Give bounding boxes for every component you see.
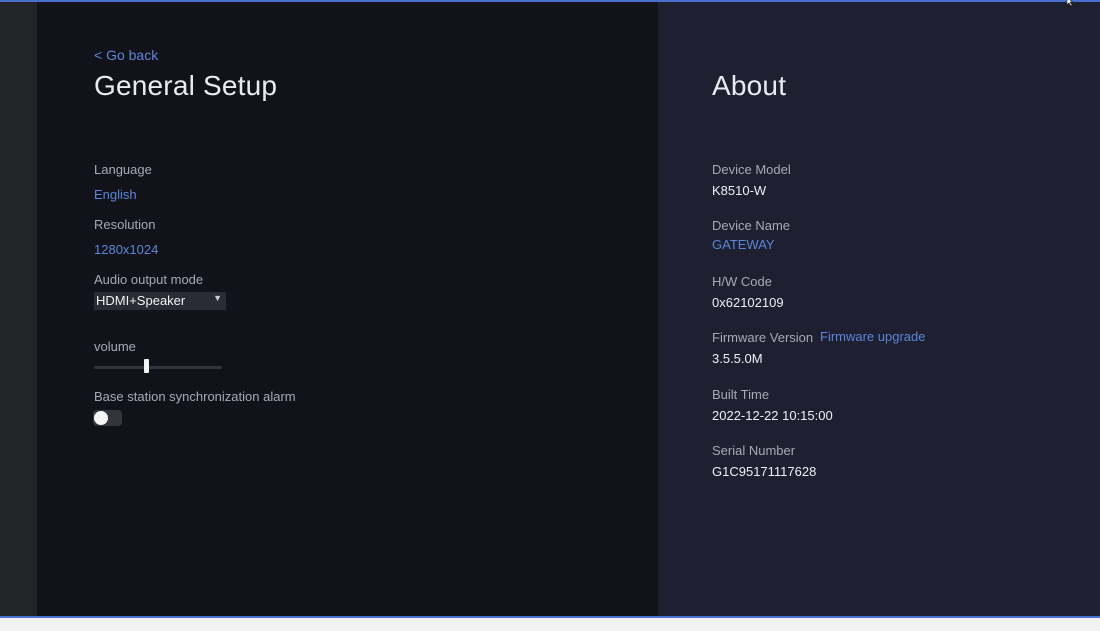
volume-slider[interactable] [94,357,222,377]
settings-screen: < Go back General Setup Language English… [0,0,1100,631]
language-label: Language [94,162,152,177]
toggle-knob [94,411,108,425]
hw-code-value: 0x62102109 [712,295,784,310]
language-value[interactable]: English [94,187,137,202]
device-name-label: Device Name [712,218,791,233]
chevron-down-icon: ▼ [213,293,222,303]
built-time-value: 2022-12-22 10:15:00 [712,408,833,423]
audio-output-label: Audio output mode [94,272,204,287]
page-title: General Setup [94,70,278,101]
resolution-label: Resolution [94,217,156,232]
built-time-label: Built Time [712,387,770,402]
serial-number-value: G1C95171117628 [712,464,817,479]
audio-output-select[interactable]: HDMI+Speaker ▼ [94,292,226,310]
audio-output-value: HDMI+Speaker [96,293,186,308]
mouse-pointer-icon [1066,0,1074,7]
go-back-link[interactable]: < Go back [94,47,158,63]
firmware-version-label: Firmware Version [712,330,814,345]
volume-label: volume [94,339,136,354]
hw-code-label: H/W Code [712,274,772,289]
device-model-value: K8510-W [712,183,767,198]
firmware-upgrade-link[interactable]: Firmware upgrade [820,329,926,344]
volume-slider-track [94,366,222,369]
sync-alarm-toggle[interactable] [93,410,122,426]
device-model-label: Device Model [712,162,791,177]
resolution-value[interactable]: 1280x1024 [94,242,158,257]
volume-slider-thumb[interactable] [144,359,149,373]
bottom-strip [0,618,1100,631]
device-name-value[interactable]: GATEWAY [712,237,775,252]
sync-alarm-label: Base station synchronization alarm [94,389,296,404]
serial-number-label: Serial Number [712,443,796,458]
about-title: About [712,70,787,101]
left-rail [0,2,37,616]
firmware-version-value: 3.5.5.0M [712,351,763,366]
